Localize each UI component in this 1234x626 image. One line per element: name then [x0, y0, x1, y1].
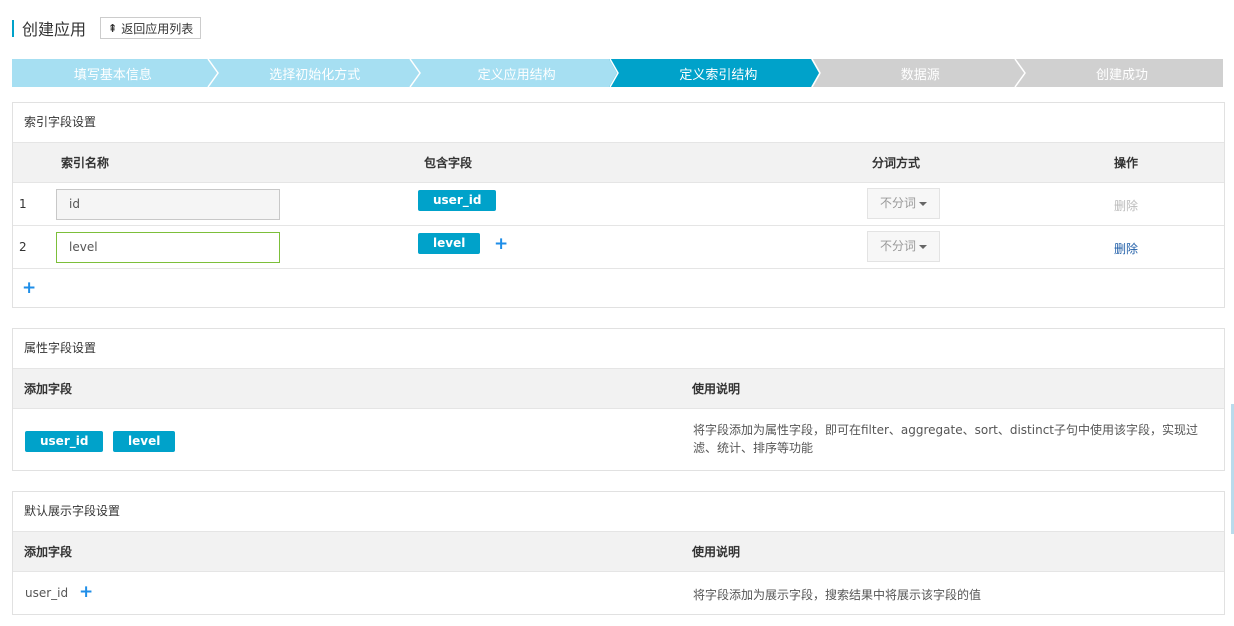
- step-label: 定义应用结构: [477, 67, 556, 83]
- row-number: 2: [19, 240, 27, 254]
- panel-title: 索引字段设置: [24, 115, 97, 129]
- index-field-panel: 索引字段设置 索引名称 包含字段 分词方式 操作 1 id user_id 不分…: [12, 102, 1225, 308]
- step-separator-chevron: [1014, 59, 1027, 87]
- back-button-label: 返回应用列表: [121, 21, 194, 36]
- step-label: 创建成功: [1096, 67, 1149, 83]
- display-usage-text: 将字段添加为展示字段，搜索结果中将展示该字段的值: [693, 588, 982, 602]
- field-tag[interactable]: level: [418, 233, 481, 254]
- step-label: 填写基本信息: [73, 67, 152, 83]
- table-header: 添加字段 使用说明: [13, 368, 1224, 409]
- select-value: 不分词: [880, 196, 917, 210]
- step-label: 数据源: [900, 67, 940, 83]
- attribute-row: user_id level 将字段添加为属性字段，即可在filter、aggre…: [13, 409, 1224, 469]
- table-row: 2 level level + 不分词 删除: [13, 226, 1224, 269]
- page-header: 创建应用 ⇞ 返回应用列表: [12, 17, 202, 39]
- progress-steps: 填写基本信息 选择初始化方式 定义应用结构 定义索引结构 数据源 创建成功: [12, 59, 1223, 87]
- delete-link[interactable]: 删除: [1114, 197, 1138, 214]
- step-separator-chevron: [207, 59, 219, 87]
- step-label: 定义索引结构: [679, 67, 758, 83]
- step-separator-chevron: [409, 59, 421, 87]
- attribute-tag[interactable]: user_id: [25, 431, 104, 452]
- col-index-name: 索引名称: [61, 156, 110, 170]
- back-arrow-icon: ⇞: [108, 21, 118, 35]
- select-value: 不分词: [880, 239, 917, 253]
- display-field-panel: 默认展示字段设置 添加字段 使用说明 user_id + 将字段添加为展示字段，…: [12, 491, 1225, 615]
- caret-down-icon: [919, 201, 928, 206]
- step-data-source: 数据源: [819, 59, 1027, 87]
- add-index-plus-icon[interactable]: +: [22, 280, 36, 297]
- panel-title: 属性字段设置: [24, 341, 97, 355]
- col-add-field: 添加字段: [24, 545, 73, 559]
- row-number: 1: [19, 197, 27, 211]
- back-to-app-list-button[interactable]: ⇞ 返回应用列表: [100, 17, 202, 39]
- add-field-plus-icon[interactable]: +: [494, 236, 508, 253]
- col-add-field: 添加字段: [24, 382, 73, 396]
- page-title: 创建应用: [22, 20, 87, 39]
- attribute-usage-text: 将字段添加为属性字段，即可在filter、aggregate、sort、dist…: [693, 423, 1198, 455]
- attribute-field-panel: 属性字段设置 添加字段 使用说明 user_id level 将字段添加为属性字…: [12, 328, 1225, 471]
- col-tokenize: 分词方式: [872, 156, 921, 170]
- step-separator-chevron: [811, 59, 828, 87]
- delete-link[interactable]: 删除: [1114, 240, 1138, 257]
- add-display-field-plus-icon[interactable]: +: [79, 584, 93, 601]
- step-app-structure: 定义应用结构: [415, 59, 626, 87]
- step-basic-info: 填写基本信息: [12, 59, 219, 87]
- panel-title: 默认展示字段设置: [24, 504, 121, 518]
- title-accent-bar: [12, 19, 14, 37]
- attribute-tag[interactable]: level: [113, 431, 176, 452]
- step-init-method: 选择初始化方式: [213, 59, 421, 87]
- display-field-value: user_id: [25, 586, 69, 600]
- step-created: 创建成功: [1021, 59, 1223, 87]
- table-header: 索引名称 包含字段 分词方式 操作: [13, 142, 1224, 183]
- table-row: 1 id user_id 不分词 删除: [13, 183, 1224, 226]
- col-usage: 使用说明: [692, 545, 741, 559]
- col-usage: 使用说明: [692, 382, 741, 396]
- col-actions: 操作: [1114, 156, 1139, 170]
- tokenize-select[interactable]: 不分词: [867, 231, 940, 262]
- col-fields: 包含字段: [424, 156, 473, 170]
- field-tag[interactable]: user_id: [418, 190, 497, 211]
- index-name-input[interactable]: id: [56, 189, 280, 220]
- add-row-area: +: [13, 269, 1224, 307]
- caret-down-icon: [919, 244, 928, 249]
- tokenize-select[interactable]: 不分词: [867, 188, 940, 219]
- step-index-structure: 定义索引结构: [617, 59, 828, 87]
- index-name-input[interactable]: level: [56, 232, 280, 263]
- step-label: 选择初始化方式: [269, 67, 361, 83]
- display-row: user_id + 将字段添加为展示字段，搜索结果中将展示该字段的值: [13, 572, 1224, 614]
- step-separator-chevron: [609, 59, 626, 87]
- table-header: 添加字段 使用说明: [13, 531, 1224, 572]
